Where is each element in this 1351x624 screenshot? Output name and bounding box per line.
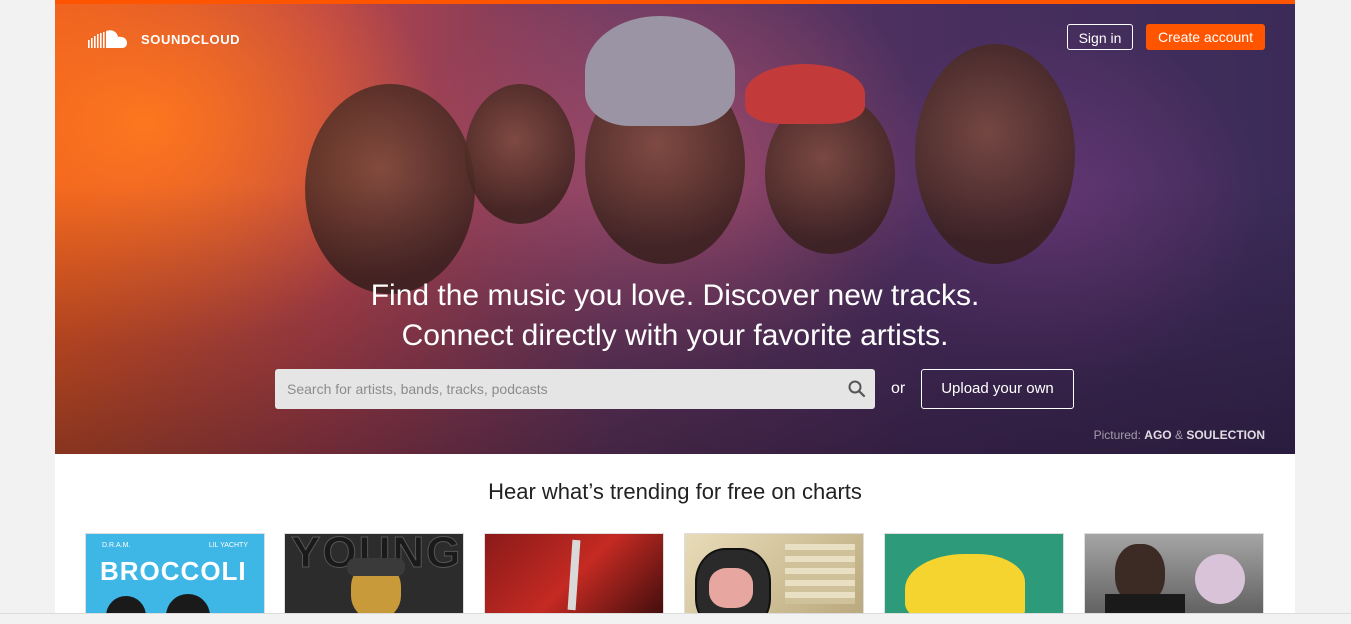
chart-tile[interactable] <box>1084 533 1264 623</box>
tile-art <box>1195 554 1245 604</box>
tile-caption: LIL YACHTY <box>208 542 248 549</box>
trending-title: Hear what’s trending for free on charts <box>488 479 862 504</box>
logo-text: SOUNDCLOUD <box>141 31 241 47</box>
headline-line-2: Connect directly with your favorite arti… <box>401 319 949 352</box>
search-box <box>275 369 875 409</box>
pictured-artist-link[interactable]: SOULECTION <box>1186 428 1265 442</box>
chart-tile[interactable] <box>884 533 1064 623</box>
status-bar <box>0 613 1351 624</box>
pictured-label: Pictured: <box>1093 428 1141 442</box>
create-account-button[interactable]: Create account <box>1146 24 1265 50</box>
search-input[interactable] <box>275 369 835 409</box>
tile-title: BROCCOLI <box>100 556 247 586</box>
chart-tile[interactable] <box>484 533 664 623</box>
tile-art <box>709 568 753 608</box>
search-icon[interactable] <box>847 379 867 399</box>
tile-art <box>785 544 855 604</box>
or-separator: or <box>891 380 906 397</box>
chart-tile[interactable]: YOUNG <box>284 533 464 623</box>
pictured-ampersand: & <box>1174 428 1183 442</box>
headline-line-1: Find the music you love. Discover new tr… <box>370 279 980 312</box>
soundcloud-cloud-icon <box>88 30 127 48</box>
sign-in-button[interactable]: Sign in <box>1067 24 1133 50</box>
chart-tile[interactable]: D.R.A.M. LIL YACHTY BROCCOLI <box>85 533 265 623</box>
tile-art <box>567 539 581 611</box>
pictured-credit: Pictured: AGO & SOULECTION <box>1094 428 1265 442</box>
chart-tile[interactable] <box>684 533 864 623</box>
tile-caption: D.R.A.M. <box>102 542 131 549</box>
hero-headline: Find the music you love. Discover new tr… <box>55 276 1295 356</box>
pictured-artist-link[interactable]: AGO <box>1144 428 1171 442</box>
soundcloud-logo[interactable]: SOUNDCLOUD <box>87 28 240 50</box>
tile-art <box>347 558 405 576</box>
page: SOUNDCLOUD Sign in Create account Find t… <box>55 0 1295 623</box>
upload-button[interactable]: Upload your own <box>921 369 1074 409</box>
hero-banner: SOUNDCLOUD Sign in Create account Find t… <box>55 4 1295 454</box>
